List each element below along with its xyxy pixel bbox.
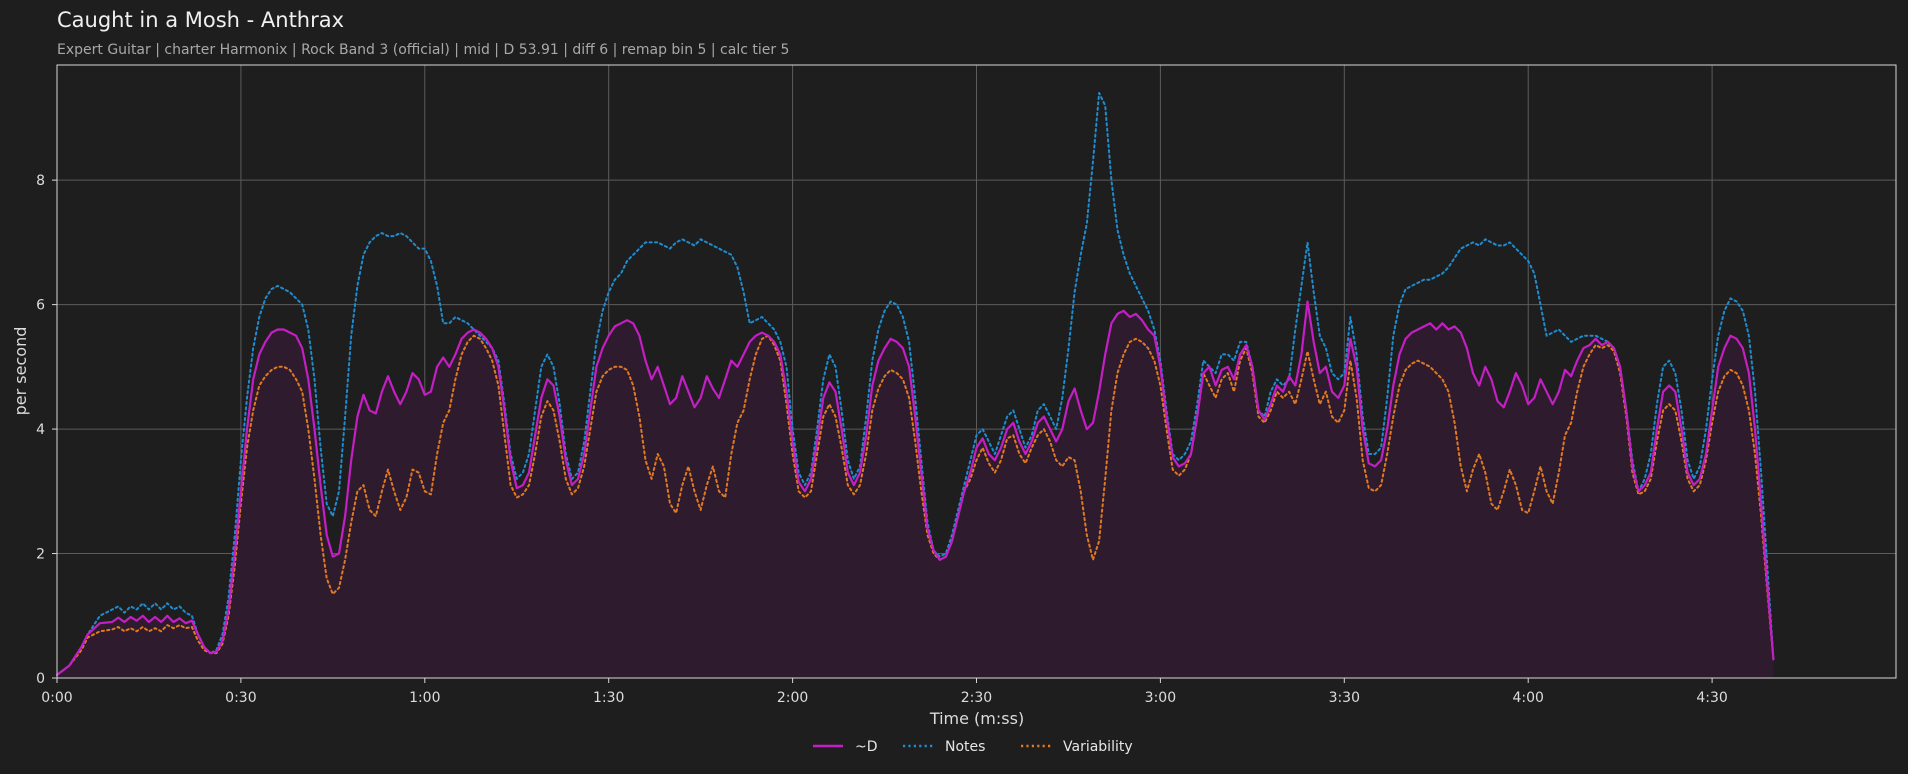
y-tick-label: 6 (36, 298, 45, 314)
x-tick-label: 4:30 (1696, 690, 1727, 706)
y-tick-label: 0 (36, 671, 45, 687)
legend: ~D Notes Variability (813, 739, 1133, 755)
chart-title: Caught in a Mosh - Anthrax (57, 8, 344, 32)
d-area-fill (57, 301, 1774, 678)
x-tick-label: 3:30 (1329, 690, 1360, 706)
x-tick-label: 3:00 (1145, 690, 1176, 706)
y-tick-label: 4 (36, 422, 45, 438)
y-axis-label: per second (11, 327, 30, 416)
x-axis-label: Time (m:ss) (929, 709, 1024, 728)
x-tick-label: 1:30 (593, 690, 624, 706)
x-tick-label: 1:00 (409, 690, 440, 706)
x-tick-label: 2:00 (777, 690, 808, 706)
chart-svg: Caught in a Mosh - Anthrax Expert Guitar… (11, 8, 1897, 755)
chart-subtitle: Expert Guitar | charter Harmonix | Rock … (57, 42, 789, 58)
x-tick-label: 4:00 (1512, 690, 1543, 706)
x-tick-label: 2:30 (961, 690, 992, 706)
series-layer (55, 92, 1775, 678)
legend-label-0: ~D (855, 739, 878, 755)
legend-label-2: Variability (1063, 739, 1133, 755)
legend-label-1: Notes (945, 739, 985, 755)
y-tick-label: 8 (36, 173, 45, 189)
x-tick-label: 0:30 (225, 690, 256, 706)
y-tick-label: 2 (36, 547, 45, 563)
x-tick-label: 0:00 (41, 690, 72, 706)
chart-root: Caught in a Mosh - Anthrax Expert Guitar… (0, 0, 1908, 774)
